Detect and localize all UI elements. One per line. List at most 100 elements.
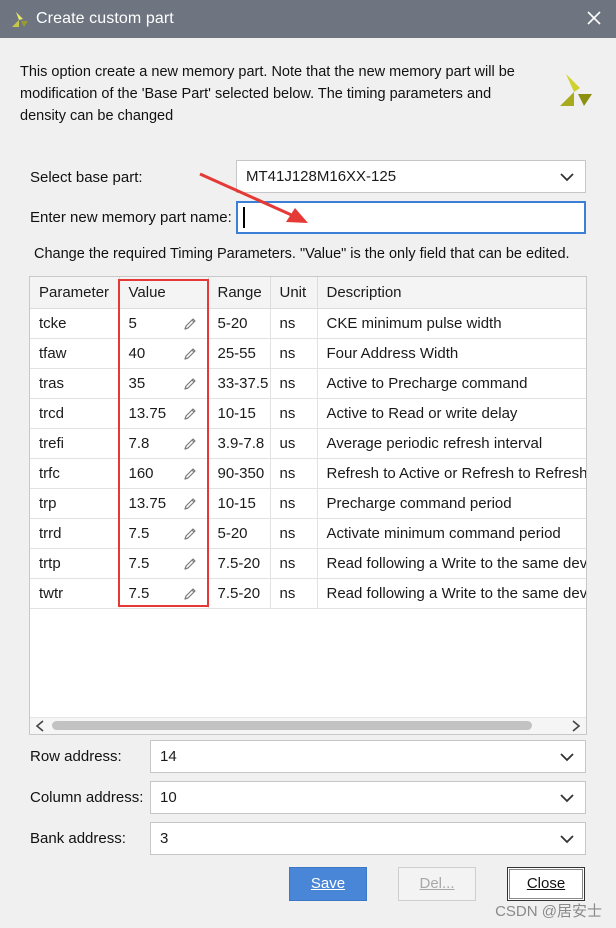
cell-unit: ns (270, 488, 318, 519)
column-header-description[interactable]: Description (317, 277, 586, 309)
table-row[interactable]: trrd 7.5 5-20 ns Activate minimum command pe… (30, 518, 586, 549)
cell-range: 5-20 (208, 308, 271, 339)
edit-pencil-icon[interactable] (182, 586, 198, 602)
parameter-text: trtp (39, 555, 61, 572)
cell-value[interactable]: 7.5 (119, 578, 209, 609)
cell-value[interactable]: 7.5 (119, 548, 209, 579)
horizontal-scrollbar[interactable] (30, 717, 586, 734)
table-row[interactable]: tcke 5 5-20 ns CKE minimum pulse width (30, 308, 586, 339)
unit-text: ns (279, 525, 296, 542)
cell-parameter: tcke (30, 308, 120, 339)
table-row[interactable]: trefi 7.8 3.9-7.8 us Average periodic refres… (30, 428, 586, 459)
range-text: 25-55 (217, 345, 256, 362)
cell-value[interactable]: 7.8 (119, 428, 209, 459)
cell-description: Read following a Write to the same devic… (317, 548, 586, 579)
value-text: 13.75 (128, 405, 167, 422)
scrollbar-thumb[interactable] (52, 721, 532, 730)
range-text: 5-20 (217, 315, 248, 332)
column-header-range[interactable]: Range (208, 277, 271, 309)
cell-unit: ns (270, 578, 318, 609)
cell-parameter: trrd (30, 518, 120, 549)
cell-value[interactable]: 13.75 (119, 488, 209, 519)
value-text: 7.5 (128, 585, 150, 602)
base-part-select[interactable]: MT41J128M16XX-125 (236, 160, 586, 193)
base-part-value: MT41J128M16XX-125 (246, 168, 397, 185)
cell-value[interactable]: 13.75 (119, 398, 209, 429)
cell-range: 7.5-20 (208, 548, 271, 579)
cell-value[interactable]: 35 (119, 368, 209, 399)
value-text: 7.8 (128, 435, 150, 452)
cell-value[interactable]: 7.5 (119, 518, 209, 549)
cell-value[interactable]: 160 (119, 458, 209, 489)
text-caret (243, 207, 245, 228)
parameter-text: tfaw (39, 345, 67, 362)
cell-description: CKE minimum pulse width (317, 308, 586, 339)
bank-address-value: 3 (160, 830, 169, 847)
description-text: Activate minimum command period (326, 525, 561, 542)
part-name-input[interactable] (236, 201, 586, 234)
intro-text: This option create a new memory part. No… (20, 64, 515, 124)
edit-pencil-icon[interactable] (182, 556, 198, 572)
cell-description: Active to Precharge command (317, 368, 586, 399)
parameter-text: trp (39, 495, 57, 512)
edit-pencil-icon[interactable] (182, 376, 198, 392)
description-text: Active to Read or write delay (326, 405, 518, 422)
bank-address-select[interactable]: 3 (150, 822, 586, 855)
unit-text: ns (279, 345, 296, 362)
unit-text: ns (279, 465, 296, 482)
description-text: Read following a Write to the same devic… (326, 585, 587, 602)
delete-button[interactable]: Del... (398, 867, 476, 901)
range-text: 5-20 (217, 525, 248, 542)
edit-pencil-icon[interactable] (182, 316, 198, 332)
base-part-label: Select base part: (30, 169, 143, 186)
column-header-value[interactable]: Value (119, 277, 209, 309)
table-row[interactable]: twtr 7.5 7.5-20 ns Read following a Write to… (30, 578, 587, 609)
parameter-text: tras (39, 375, 65, 392)
value-text: 13.75 (128, 495, 167, 512)
cell-value[interactable]: 40 (119, 338, 209, 369)
scroll-right-icon[interactable] (571, 720, 581, 732)
edit-pencil-icon[interactable] (182, 466, 198, 482)
save-button[interactable]: Save (289, 867, 367, 901)
parameter-text: trrd (39, 525, 62, 542)
column-header-unit[interactable]: Unit (270, 277, 318, 309)
cell-range: 7.5-20 (208, 578, 271, 609)
app-logo-icon (12, 12, 28, 27)
timing-parameters-table: Parameter Value Range Unit Description t… (29, 276, 587, 735)
bank-address-label: Bank address: (30, 830, 126, 847)
parameter-text: twtr (39, 585, 64, 602)
table-row[interactable]: trp 13.75 10-15 ns Precharge command period (30, 488, 586, 519)
range-text: 10-15 (217, 495, 256, 512)
range-text: 90-350 (217, 465, 265, 482)
parameter-text: trcd (39, 405, 65, 422)
cell-range: 3.9-7.8 (208, 428, 271, 459)
cell-unit: ns (270, 338, 318, 369)
edit-pencil-icon[interactable] (182, 526, 198, 542)
cell-description: Precharge command period (317, 488, 586, 519)
edit-pencil-icon[interactable] (182, 496, 198, 512)
column-header-parameter[interactable]: Parameter (30, 277, 120, 309)
row-address-select[interactable]: 14 (150, 740, 586, 773)
table-row[interactable]: tfaw 40 25-55 ns Four Address Width (30, 338, 586, 369)
edit-pencil-icon[interactable] (182, 436, 198, 452)
watermark: CSDN @居安士 (495, 903, 602, 920)
cell-unit: ns (270, 458, 318, 489)
scroll-left-icon[interactable] (35, 720, 45, 732)
table-row[interactable]: tras 35 33-37.5 ns Active to Precharge comma… (30, 368, 586, 399)
close-window-icon[interactable] (584, 8, 604, 28)
close-button[interactable]: Close (507, 867, 585, 901)
value-text: 7.5 (128, 525, 150, 542)
parameter-text: tcke (39, 315, 67, 332)
table-row[interactable]: trtp 7.5 7.5-20 ns Read following a Write to… (30, 548, 586, 579)
part-name-label: Enter new memory part name: (30, 209, 232, 226)
unit-text: ns (279, 585, 296, 602)
edit-pencil-icon[interactable] (182, 406, 198, 422)
table-row[interactable]: trcd 13.75 10-15 ns Active to Read or write … (30, 398, 586, 429)
edit-pencil-icon[interactable] (182, 346, 198, 362)
column-address-value: 10 (160, 789, 177, 806)
cell-value[interactable]: 5 (119, 308, 209, 339)
cell-parameter: tfaw (30, 338, 120, 369)
cell-parameter: trefi (30, 428, 120, 459)
column-address-select[interactable]: 10 (150, 781, 586, 814)
table-row[interactable]: trfc 160 90-350 ns Refresh to Active or Refr… (30, 458, 586, 489)
